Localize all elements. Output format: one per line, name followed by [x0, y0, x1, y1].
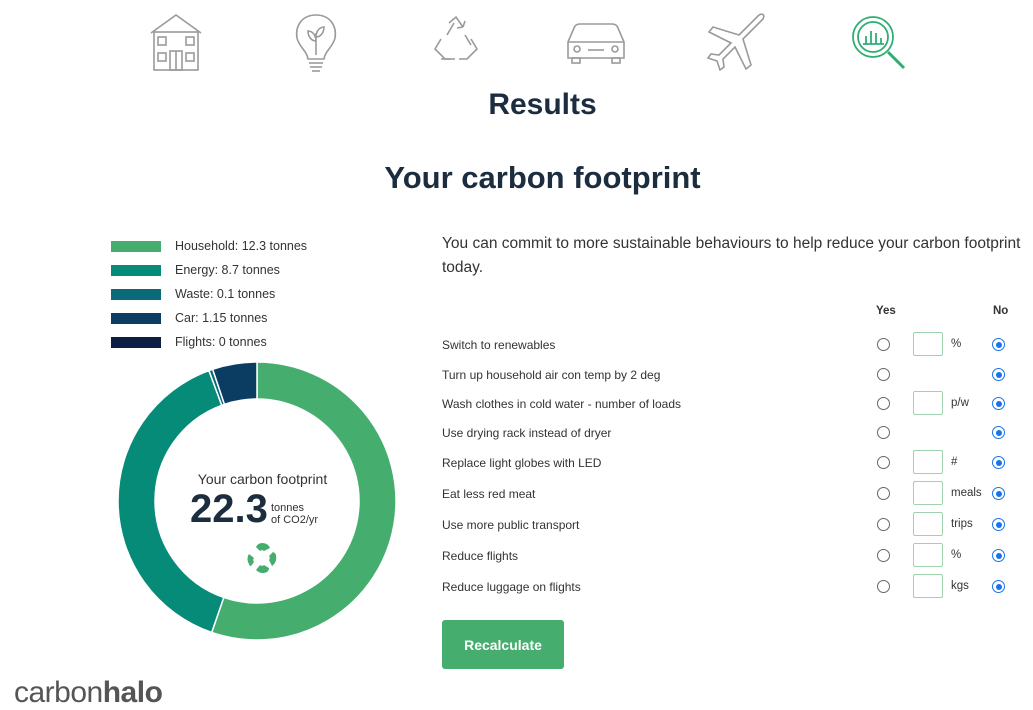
- no-radio[interactable]: [992, 456, 1005, 469]
- section-title: Your carbon footprint: [384, 160, 701, 195]
- behaviour-row-public-transport: Use more public transport trips: [0, 512, 1033, 537]
- car-icon[interactable]: [564, 10, 628, 74]
- amount-input[interactable]: [913, 391, 943, 415]
- legend-swatch: [111, 312, 161, 324]
- amount-input[interactable]: [913, 332, 943, 356]
- behaviour-label: Turn up household air con temp by 2 deg: [442, 368, 661, 382]
- yes-radio[interactable]: [877, 397, 890, 410]
- unit-label: #: [951, 456, 958, 468]
- logo-part-1: carbon: [14, 676, 103, 709]
- recalculate-button[interactable]: Recalculate: [442, 620, 564, 669]
- amount-input[interactable]: [913, 543, 943, 567]
- behaviour-row-led: Replace light globes with LED #: [0, 450, 1033, 475]
- unit-label: meals: [951, 487, 982, 499]
- behaviour-label: Reduce luggage on flights: [442, 580, 581, 594]
- no-radio[interactable]: [992, 518, 1005, 531]
- intro-text: You can commit to more sustainable behav…: [442, 235, 1021, 276]
- legend-swatch: [111, 288, 161, 300]
- unit-label: %: [951, 338, 962, 350]
- results-magnifier-icon[interactable]: [846, 10, 910, 74]
- legend-item-waste: Waste: 0.1 tonnes: [111, 282, 307, 306]
- legend-label: Waste: 0.1 tonnes: [175, 287, 276, 301]
- no-radio[interactable]: [992, 549, 1005, 562]
- behaviour-label: Use more public transport: [442, 518, 580, 532]
- yes-radio[interactable]: [877, 456, 890, 469]
- recycle-icon[interactable]: [424, 10, 488, 74]
- yes-radio[interactable]: [877, 338, 890, 351]
- behaviour-row-renewables: Switch to renewables %: [0, 332, 1033, 357]
- behaviour-label: Wash clothes in cold water - number of l…: [442, 397, 681, 411]
- behaviour-row-luggage: Reduce luggage on flights kgs: [0, 574, 1033, 599]
- yes-radio[interactable]: [877, 518, 890, 531]
- behaviour-row-cold-wash: Wash clothes in cold water - number of l…: [0, 391, 1033, 416]
- column-header-yes: Yes: [876, 305, 896, 317]
- behaviour-label: Replace light globes with LED: [442, 456, 602, 470]
- legend-label: Household: 12.3 tonnes: [175, 239, 308, 253]
- yes-radio[interactable]: [877, 580, 890, 593]
- unit-label: p/w: [951, 397, 969, 409]
- no-radio[interactable]: [992, 580, 1005, 593]
- yes-radio[interactable]: [877, 426, 890, 439]
- lightbulb-icon[interactable]: [284, 10, 348, 74]
- unit-label: %: [951, 549, 962, 561]
- behaviour-row-aircon: Turn up household air con temp by 2 deg: [0, 363, 1033, 387]
- amount-input[interactable]: [913, 481, 943, 505]
- legend-label: Car: 1.15 tonnes: [175, 311, 268, 325]
- no-radio[interactable]: [992, 368, 1005, 381]
- no-radio[interactable]: [992, 487, 1005, 500]
- yes-radio[interactable]: [877, 487, 890, 500]
- yes-radio[interactable]: [877, 368, 890, 381]
- no-radio[interactable]: [992, 426, 1005, 439]
- page-title: Results: [488, 88, 597, 121]
- legend-item-household: Household: 12.3 tonnes: [111, 234, 307, 258]
- legend-swatch: [111, 264, 161, 276]
- unit-label: kgs: [951, 580, 969, 592]
- behaviour-row-flights: Reduce flights %: [0, 543, 1033, 568]
- legend-label: Energy: 8.7 tonnes: [175, 263, 280, 277]
- behaviour-label: Switch to renewables: [442, 338, 556, 352]
- behaviour-label: Reduce flights: [442, 549, 519, 563]
- carbonhalo-logo: carbonhalo: [14, 676, 163, 710]
- amount-input[interactable]: [913, 512, 943, 536]
- legend-item-car: Car: 1.15 tonnes: [111, 306, 307, 330]
- behaviour-row-red-meat: Eat less red meat meals: [0, 481, 1033, 506]
- behaviour-row-drying-rack: Use drying rack instead of dryer: [0, 421, 1033, 445]
- no-radio[interactable]: [992, 338, 1005, 351]
- column-header-no: No: [993, 305, 1009, 317]
- logo-part-2: halo: [102, 676, 163, 709]
- unit-label: trips: [951, 518, 973, 530]
- legend-swatch: [111, 240, 161, 252]
- no-radio[interactable]: [992, 397, 1005, 410]
- house-icon[interactable]: [144, 10, 208, 74]
- legend-item-energy: Energy: 8.7 tonnes: [111, 258, 307, 282]
- amount-input[interactable]: [913, 450, 943, 474]
- yes-radio[interactable]: [877, 549, 890, 562]
- behaviour-label: Use drying rack instead of dryer: [442, 426, 612, 440]
- behaviour-label: Eat less red meat: [442, 487, 536, 501]
- airplane-icon[interactable]: [704, 10, 768, 74]
- amount-input[interactable]: [913, 574, 943, 598]
